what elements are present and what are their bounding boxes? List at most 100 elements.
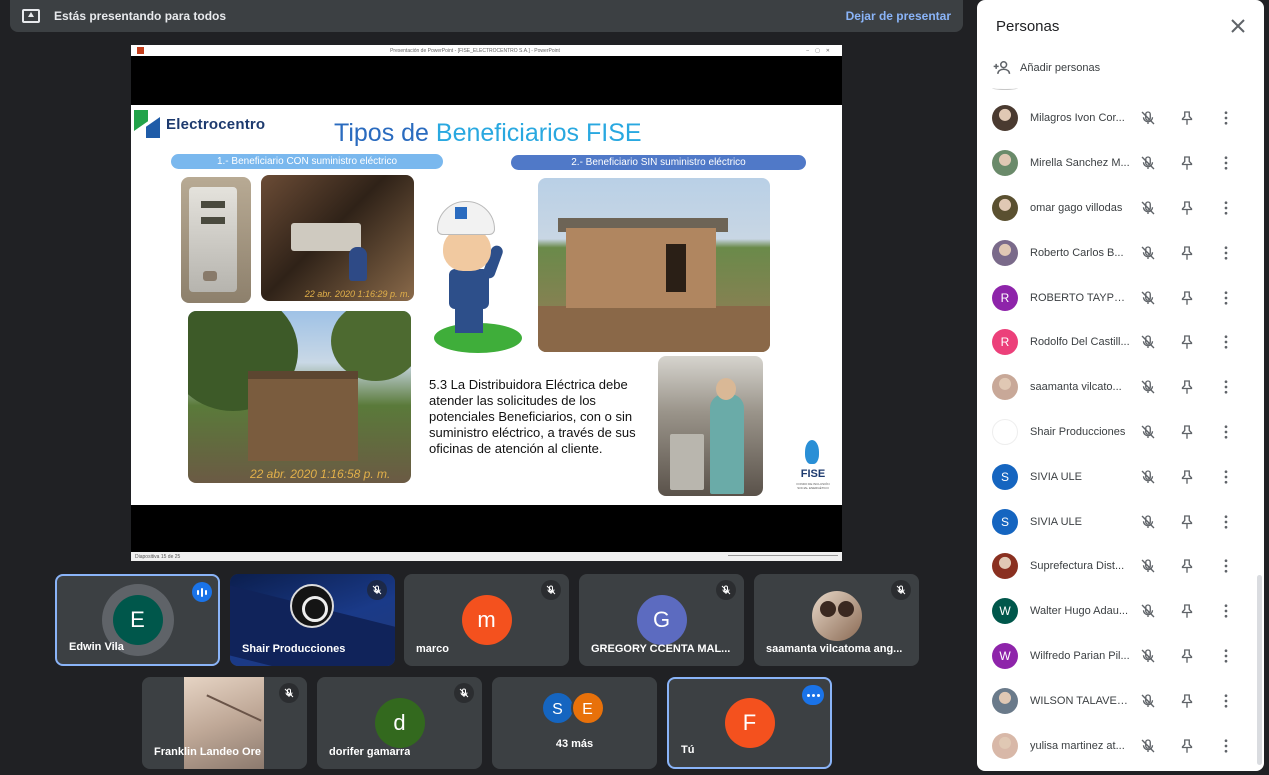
avatar: [992, 239, 1018, 266]
fise-logo-icon: FISE FONDO DE INCLUSIÓN SOCIAL ENERGÉTIC…: [793, 440, 833, 496]
pin-icon[interactable]: [1178, 154, 1196, 172]
participant-row[interactable]: Milagros Ivon Cor...: [977, 96, 1257, 141]
participant-name: dorifer gamarra: [329, 746, 411, 758]
participant-name: Suprefectura Dist...: [1030, 560, 1125, 573]
participant-row[interactable]: W Walter Hugo Adau...: [977, 589, 1257, 634]
add-people-button[interactable]: Añadir personas: [992, 58, 1100, 78]
close-panel-button[interactable]: [1226, 14, 1250, 38]
pin-icon[interactable]: [1178, 468, 1196, 486]
pin-icon[interactable]: [1178, 602, 1196, 620]
participant-tile-gregory[interactable]: G GREGORY CCENTA MAL...: [579, 574, 744, 666]
more-options-icon[interactable]: [1217, 333, 1235, 351]
participant-row[interactable]: WILSON TALAVER...: [977, 678, 1257, 723]
more-options-icon[interactable]: [1217, 557, 1235, 575]
panel-title: Personas: [996, 18, 1060, 35]
participant-name: marco: [416, 643, 450, 655]
more-options-icon[interactable]: [802, 685, 824, 705]
participant-tile-marco[interactable]: m marco: [404, 574, 569, 666]
more-options-icon[interactable]: [1217, 602, 1235, 620]
muted-mic-icon: [891, 580, 911, 600]
pin-icon[interactable]: [1178, 333, 1196, 351]
participant-name: yulisa martinez at...: [1030, 739, 1125, 752]
avatar: R: [992, 284, 1018, 311]
pin-icon[interactable]: [1178, 647, 1196, 665]
more-options-icon[interactable]: [1217, 692, 1235, 710]
pin-icon[interactable]: [1178, 244, 1196, 262]
avatar: d: [374, 698, 425, 748]
pin-icon[interactable]: [1178, 513, 1196, 531]
participant-row[interactable]: Suprefectura Dist...: [977, 544, 1257, 589]
zoom-slider[interactable]: [728, 554, 838, 559]
pin-icon[interactable]: [1178, 109, 1196, 127]
more-options-icon[interactable]: [1217, 199, 1235, 217]
participant-row[interactable]: Shair Producciones: [977, 410, 1257, 455]
muted-mic-icon[interactable]: [1139, 378, 1157, 396]
muted-mic-icon[interactable]: [1139, 513, 1157, 531]
participant-row[interactable]: R ROBERTO TAYPE ...: [977, 275, 1257, 320]
more-options-icon[interactable]: [1217, 378, 1235, 396]
pin-icon[interactable]: [1178, 289, 1196, 307]
participant-tile-edwin[interactable]: E Edwin Vila: [55, 574, 220, 666]
more-participants-count: 43 más: [555, 738, 594, 750]
muted-mic-icon[interactable]: [1139, 109, 1157, 127]
muted-mic-icon[interactable]: [1139, 737, 1157, 755]
participant-name: Edwin Vila: [69, 641, 124, 653]
muted-mic-icon[interactable]: [1139, 289, 1157, 307]
participant-tile-shair[interactable]: Shair Producciones: [230, 574, 395, 666]
more-options-icon[interactable]: [1217, 468, 1235, 486]
more-participants-tile[interactable]: S E 43 más: [492, 677, 657, 769]
powerpoint-icon: [137, 47, 144, 54]
pin-icon[interactable]: [1178, 378, 1196, 396]
more-options-icon[interactable]: [1217, 109, 1235, 127]
muted-mic-icon[interactable]: [1139, 468, 1157, 486]
powerpoint-title-bar: Presentación de PowerPoint - [FISE_ELECT…: [131, 45, 842, 56]
close-icon: [1231, 19, 1245, 33]
more-options-icon[interactable]: [1217, 737, 1235, 755]
participant-row[interactable]: saamanta vilcato...: [977, 365, 1257, 410]
stop-presenting-button[interactable]: Dejar de presentar: [846, 9, 951, 23]
panel-scrollbar[interactable]: [1257, 575, 1262, 765]
participant-row[interactable]: R Rodolfo Del Castill...: [977, 320, 1257, 365]
muted-mic-icon[interactable]: [1139, 244, 1157, 262]
muted-mic-icon[interactable]: [1139, 423, 1157, 441]
muted-mic-icon[interactable]: [1139, 602, 1157, 620]
more-participants-avatars: S E: [540, 691, 609, 725]
pin-icon[interactable]: [1178, 737, 1196, 755]
avatar: E: [112, 595, 163, 645]
slide-body-text: 5.3 La Distribuidora Eléctrica debe aten…: [429, 377, 636, 457]
participant-row[interactable]: yulisa martinez at...: [977, 723, 1257, 768]
pin-icon[interactable]: [1178, 557, 1196, 575]
pin-icon[interactable]: [1178, 692, 1196, 710]
participant-row[interactable]: S SIVIA ULE: [977, 499, 1257, 544]
muted-mic-icon[interactable]: [1139, 557, 1157, 575]
participant-name: Rodolfo Del Castill...: [1030, 336, 1130, 349]
adobe-house-photo: [538, 178, 770, 352]
participant-tile-franklin[interactable]: Franklin Landeo Ore: [142, 677, 307, 769]
more-options-icon[interactable]: [1217, 423, 1235, 441]
participant-tile-saamanta[interactable]: saamanta vilcatoma ang...: [754, 574, 919, 666]
muted-mic-icon[interactable]: [1139, 333, 1157, 351]
more-options-icon[interactable]: [1217, 647, 1235, 665]
participant-row[interactable]: W Wilfredo Parian Pil...: [977, 634, 1257, 679]
more-options-icon[interactable]: [1217, 244, 1235, 262]
pin-icon[interactable]: [1178, 423, 1196, 441]
muted-mic-icon[interactable]: [1139, 647, 1157, 665]
more-options-icon[interactable]: [1217, 154, 1235, 172]
participant-tile-self[interactable]: F Tú: [667, 677, 832, 769]
participant-name: Wilfredo Parian Pil...: [1030, 649, 1130, 662]
pin-icon[interactable]: [1178, 199, 1196, 217]
muted-mic-icon[interactable]: [1139, 154, 1157, 172]
participant-name: saamanta vilcato...: [1030, 381, 1122, 394]
participant-row[interactable]: omar gago villodas: [977, 186, 1257, 231]
more-options-icon[interactable]: [1217, 513, 1235, 531]
participant-row[interactable]: Roberto Carlos B...: [977, 230, 1257, 275]
more-options-icon[interactable]: [1217, 289, 1235, 307]
slide-counter: Diapositiva 15 de 25: [135, 553, 181, 560]
muted-mic-icon[interactable]: [1139, 692, 1157, 710]
participant-name: GREGORY CCENTA MAL...: [591, 643, 731, 655]
muted-mic-icon[interactable]: [1139, 199, 1157, 217]
participant-tile-dorifer[interactable]: d dorifer gamarra: [317, 677, 482, 769]
participant-row[interactable]: S SIVIA ULE: [977, 454, 1257, 499]
participant-row[interactable]: Mirella Sanchez M...: [977, 141, 1257, 186]
avatar: S: [992, 508, 1018, 535]
